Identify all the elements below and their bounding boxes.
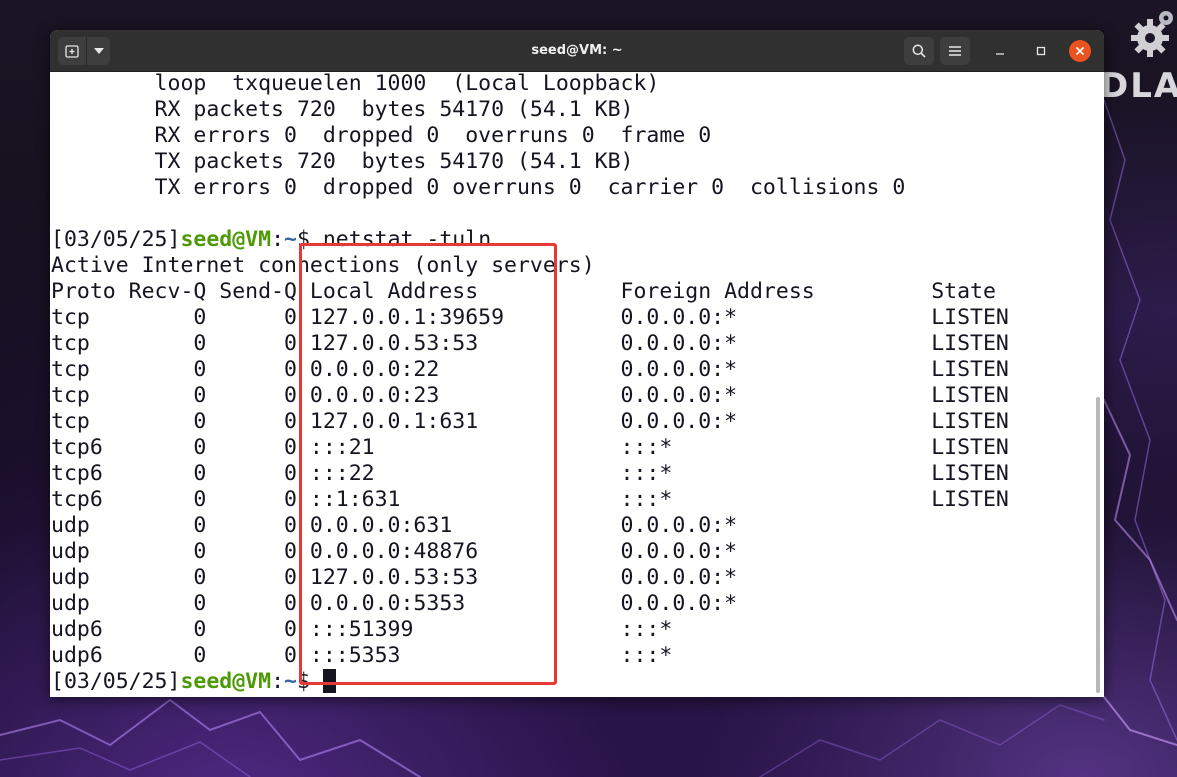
prompt-separator: : [271, 669, 285, 694]
minimize-button[interactable] [989, 40, 1011, 62]
table-row: tcp 0 0 127.0.0.53:53 0.0.0.0:* LISTEN [51, 331, 1009, 356]
new-tab-button-group [58, 37, 110, 65]
table-row: udp6 0 0 :::51399 :::* [51, 617, 673, 642]
table-row: udp6 0 0 :::5353 :::* [51, 643, 673, 668]
prompt-separator: : [271, 227, 285, 252]
table-row: tcp 0 0 0.0.0.0:22 0.0.0.0:* LISTEN [51, 357, 1009, 382]
table-row: tcp 0 0 127.0.0.1:631 0.0.0.0:* LISTEN [51, 409, 1009, 434]
table-row: tcp 0 0 127.0.0.1:39659 0.0.0.0:* LISTEN [51, 305, 1009, 330]
table-header: Proto Recv-Q Send-Q Local Address Foreig… [51, 279, 996, 304]
minimize-icon [996, 53, 1004, 55]
table-row: tcp6 0 0 :::21 :::* LISTEN [51, 435, 1009, 460]
hamburger-menu-icon [949, 46, 961, 56]
table-row: udp 0 0 127.0.0.53:53 0.0.0.0:* [51, 565, 738, 590]
chevron-down-icon [93, 48, 104, 54]
new-tab-button[interactable] [58, 37, 86, 65]
maximize-icon [1036, 46, 1046, 56]
prompt-user: seed@VM [180, 227, 272, 252]
output-line: Active Internet connections (only server… [51, 253, 595, 278]
output-line: TX packets 720 bytes 54170 (54.1 KB) [51, 149, 634, 174]
prompt-path: ~ [284, 227, 297, 252]
prompt-symbol: $ [296, 227, 323, 252]
terminal-window: seed@VM: ~ loop txqueuelen 1000 (Local L… [50, 30, 1104, 697]
table-row: tcp6 0 0 ::1:631 :::* LISTEN [51, 487, 1009, 512]
command-text: netstat -tuln [322, 227, 492, 252]
text-cursor [322, 669, 336, 693]
output-line: TX errors 0 dropped 0 overruns 0 carrier… [51, 175, 906, 200]
gear-icon [1131, 19, 1169, 57]
prompt-date: [03/05/25] [51, 227, 181, 252]
titlebar: seed@VM: ~ [50, 30, 1104, 72]
output-line: RX errors 0 dropped 0 overruns 0 frame 0 [51, 123, 712, 148]
prompt-user: seed@VM [180, 669, 272, 694]
search-button[interactable] [904, 37, 934, 65]
tab-menu-dropdown[interactable] [87, 37, 110, 65]
new-tab-icon [65, 45, 79, 58]
maximize-button[interactable] [1030, 40, 1052, 62]
vertical-scrollbar[interactable] [1096, 397, 1100, 693]
close-button[interactable] [1069, 40, 1091, 62]
terminal-output[interactable]: loop txqueuelen 1000 (Local Loopback) RX… [50, 71, 1104, 697]
table-row: tcp 0 0 0.0.0.0:23 0.0.0.0:* LISTEN [51, 383, 1009, 408]
prompt-path: ~ [284, 669, 297, 694]
table-row: tcp6 0 0 :::22 :::* LISTEN [51, 461, 1009, 486]
output-line: loop txqueuelen 1000 (Local Loopback) [51, 71, 660, 96]
table-row: udp 0 0 0.0.0.0:631 0.0.0.0:* [51, 513, 738, 538]
prompt-date: [03/05/25] [51, 669, 181, 694]
prompt-symbol: $ [296, 669, 323, 694]
search-icon [912, 44, 926, 58]
command-prompt-line: [03/05/25]seed@VM:~$ netstat -tuln [51, 227, 491, 253]
table-row: udp 0 0 0.0.0.0:5353 0.0.0.0:* [51, 591, 738, 616]
gear-icon [1159, 11, 1173, 25]
menu-button[interactable] [940, 37, 970, 65]
close-icon [1075, 46, 1085, 56]
output-line: RX packets 720 bytes 54170 (54.1 KB) [51, 97, 634, 122]
table-row: udp 0 0 0.0.0.0:48876 0.0.0.0:* [51, 539, 738, 564]
command-prompt-line: [03/05/25]seed@VM:~$ [51, 669, 336, 695]
desktop-logo-text: DLA [1100, 66, 1177, 106]
